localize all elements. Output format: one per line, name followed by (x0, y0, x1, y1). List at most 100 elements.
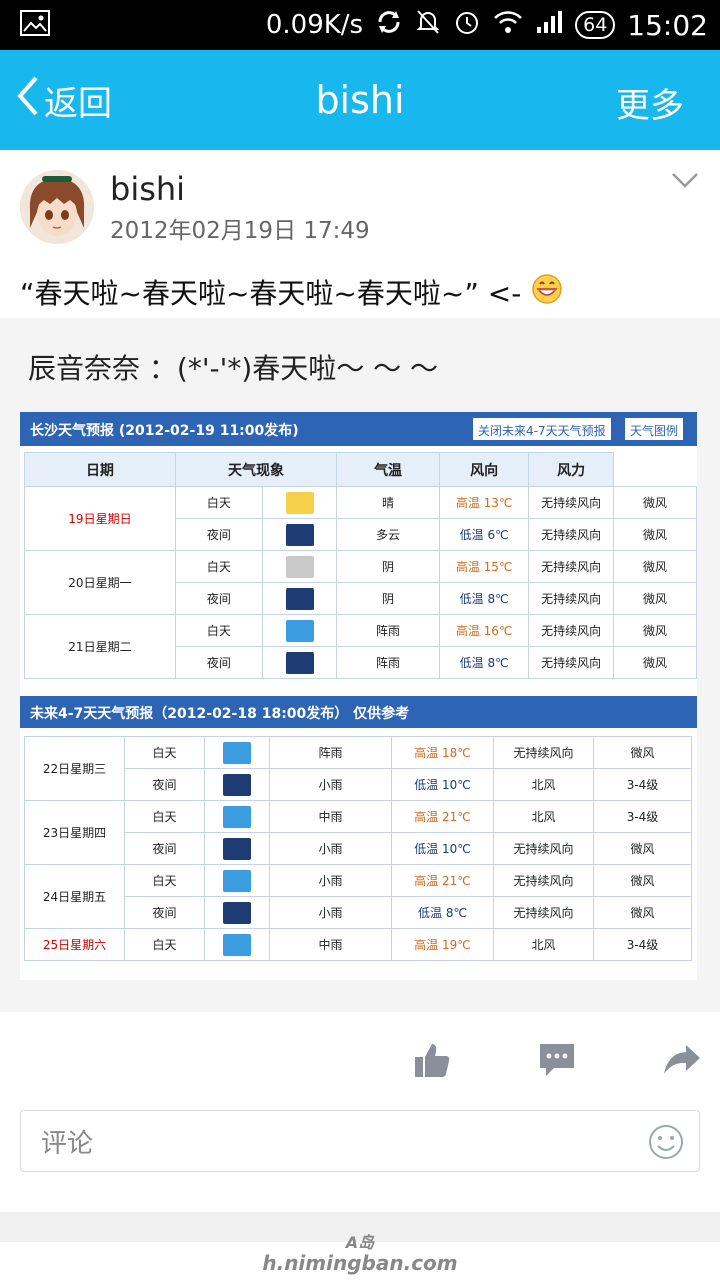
weather-period: 白天 (124, 800, 205, 833)
weather-legend-button: 天气图例 (624, 417, 685, 441)
weather-desc: 晴 (336, 486, 441, 519)
col-header-temp: 气温 (336, 452, 441, 487)
weather-date: 21日星期二 (24, 614, 176, 679)
weather-desc: 阵雨 (336, 614, 441, 647)
sun-icon (285, 491, 314, 514)
avatar[interactable] (20, 170, 94, 244)
col-header-date: 日期 (24, 452, 176, 487)
chevron-down-icon[interactable] (670, 170, 700, 194)
night-rain-icon (223, 837, 251, 860)
night-rain-icon (223, 901, 251, 924)
rain-icon (223, 869, 251, 892)
weather-wind-dir: 北风 (493, 928, 594, 961)
weather-wind: 微风 (613, 550, 697, 583)
weather-icon-cell (204, 800, 270, 833)
weather-period: 夜间 (124, 768, 205, 801)
weather-temp: 低温 8℃ (439, 646, 530, 679)
weather-wind-dir: 北风 (493, 768, 594, 801)
weather-period: 夜间 (174, 582, 264, 615)
weather-wind-dir: 无持续风向 (493, 864, 594, 897)
weather-wind: 微风 (613, 486, 697, 519)
app-bar: 返回 bishi 更多 (0, 50, 720, 150)
comment-placeholder: 评论 (41, 1128, 94, 1159)
weather-period: 白天 (174, 614, 264, 647)
shower-icon (223, 741, 251, 764)
network-speed: 0.09K/s (265, 10, 364, 40)
weather-date: 25日星期六 (24, 928, 125, 961)
weather-wind: 微风 (593, 832, 692, 865)
weather-desc: 小雨 (269, 832, 392, 865)
emoji-picker-icon[interactable] (647, 1123, 685, 1168)
battery-indicator: 64 (575, 11, 616, 39)
thumbs-up-icon (412, 1044, 452, 1084)
weather-wind-dir: 无持续风向 (528, 550, 615, 583)
status-bar: 0.09K/s 64 15:02 (0, 0, 720, 50)
weather-header-title: 长沙天气预报 (2012-02-19 11:00发布) (30, 423, 299, 439)
signal-icon (535, 10, 563, 41)
weather-icon-cell (204, 896, 270, 929)
weather-period: 夜间 (174, 518, 264, 551)
weather-forecast-image[interactable]: 长沙天气预报 (2012-02-19 11:00发布) 关闭未来4-7天天气预报… (20, 412, 697, 980)
author-name[interactable]: bishi (110, 170, 185, 208)
weather-desc: 阴 (336, 550, 441, 583)
mute-bell-icon (415, 8, 441, 43)
weather-period: 白天 (174, 550, 264, 583)
weather-icon-cell (261, 614, 338, 647)
weather-wind: 微风 (593, 736, 692, 769)
weather-row: 24日星期五 白天 小雨 高温 21℃ 无持续风向 微风 (24, 864, 692, 929)
future-forecast-header: 未来4-7天天气预报（2012-02-18 18:00发布） 仅供参考 (20, 696, 697, 728)
weather-wind-dir: 无持续风向 (528, 486, 615, 519)
more-button[interactable]: 更多 (616, 78, 684, 127)
weather-desc: 阴 (336, 582, 441, 615)
weather-row: 25日星期六 白天 中雨 高温 19℃ 北风 3-4级 (24, 928, 692, 961)
night-cloud-icon (285, 587, 314, 610)
weather-wind: 3-4级 (593, 768, 692, 801)
watermark-logo: A岛 (345, 1233, 375, 1252)
quoted-text: 辰音奈奈 ：(*'-'*)春天啦～ ～ ～ (28, 352, 439, 385)
page-title: bishi (315, 78, 405, 122)
weather-temp: 低温 8℃ (439, 582, 530, 615)
weather-wind: 微风 (613, 614, 697, 647)
post-actions (0, 1040, 720, 1090)
weather-wind-dir: 无持续风向 (493, 832, 594, 865)
like-button[interactable] (412, 1040, 452, 1084)
weather-desc: 中雨 (269, 800, 392, 833)
weather-temp: 高温 19℃ (391, 928, 494, 961)
weather-period: 夜间 (124, 832, 205, 865)
comment-button[interactable] (538, 1040, 576, 1084)
night-cloud-icon (285, 523, 314, 546)
comment-bubble-icon (538, 1044, 576, 1084)
weather-period: 夜间 (174, 646, 264, 679)
clock: 15:02 (627, 8, 708, 42)
rain-icon (223, 805, 251, 828)
share-arrow-icon (662, 1045, 702, 1084)
weather-icon-cell (204, 768, 270, 801)
weather-row: 夜间 小雨 低温 8℃ 无持续风向 微风 (25, 896, 692, 929)
weather-date: 24日星期五 (24, 864, 125, 929)
weather-temp: 高温 21℃ (391, 800, 494, 833)
screen: 0.09K/s 64 15:02 返回 bishi 更多 bishi 2012年… (0, 0, 720, 1280)
comment-input[interactable]: 评论 (20, 1110, 700, 1172)
weather-period: 夜间 (124, 896, 205, 929)
weather-wind-dir: 无持续风向 (493, 896, 594, 929)
weather-wind: 微风 (593, 864, 692, 897)
cloud-icon (285, 555, 314, 578)
weather-temp: 高温 16℃ (439, 614, 530, 647)
weather-row: 21日星期二 白天 阵雨 高温 16℃ 无持续风向 微风 (24, 614, 697, 679)
post-timestamp: 2012年02月19日 17:49 (110, 218, 370, 244)
weather-date: 19日星期日 (24, 486, 176, 551)
share-button[interactable] (662, 1040, 702, 1084)
weather-desc: 阵雨 (269, 736, 392, 769)
col-header-weather: 天气现象 (174, 452, 338, 487)
weather-icon-cell (204, 832, 270, 865)
weather-desc: 多云 (336, 518, 441, 551)
weather-desc: 中雨 (269, 928, 392, 961)
weather-row: 23日星期四 白天 中雨 高温 21℃ 北风 3-4级 (24, 800, 692, 865)
weather-wind-dir: 无持续风向 (493, 736, 594, 769)
weather-temp: 高温 18℃ (391, 736, 494, 769)
weather-wind: 3-4级 (593, 928, 692, 961)
weather-icon-cell (261, 486, 338, 519)
weather-icon-cell (204, 736, 270, 769)
weather-desc: 阵雨 (336, 646, 441, 679)
night-rain-icon (223, 773, 251, 796)
